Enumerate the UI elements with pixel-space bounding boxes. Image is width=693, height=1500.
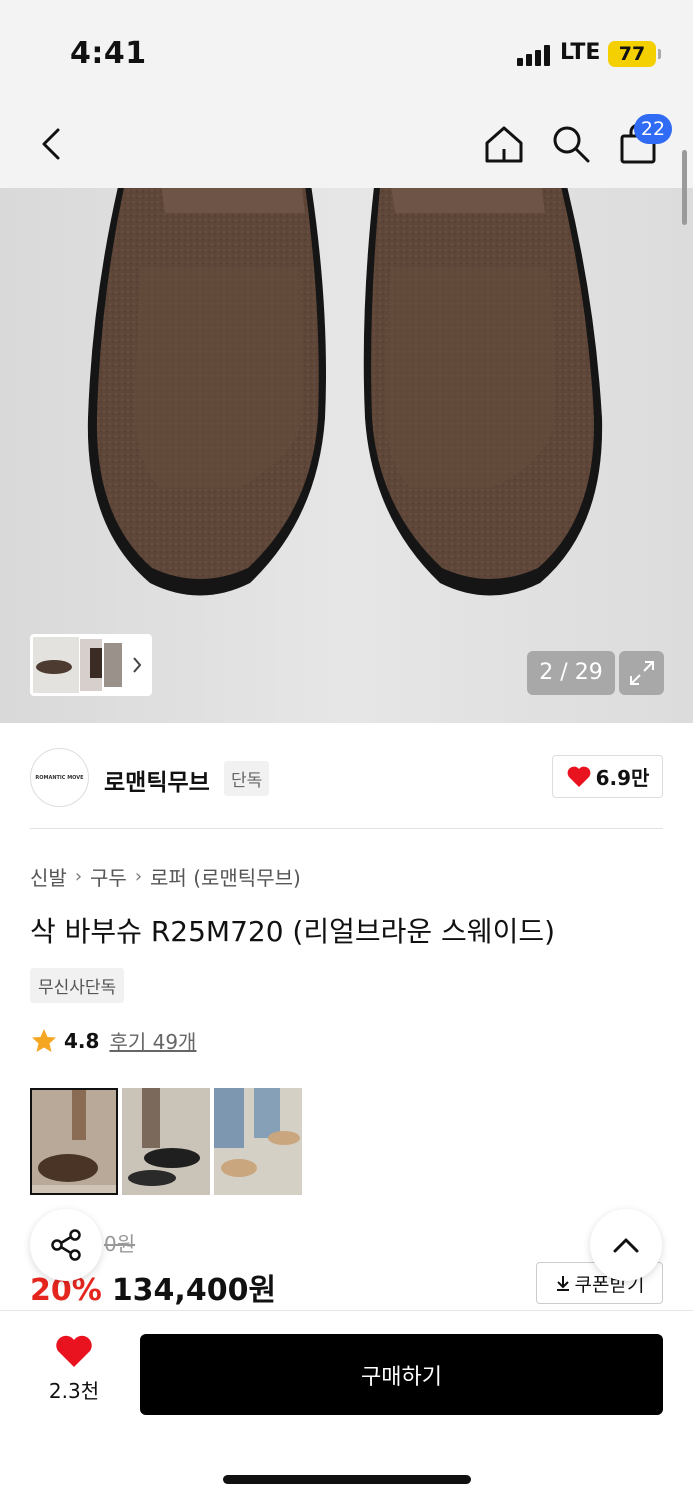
- review-photo-image: [122, 1088, 210, 1195]
- rating-score: 4.8: [64, 1028, 100, 1053]
- brand-row: ROMANTIC MOVE 로맨틱무브 단독 6.9만: [0, 723, 693, 828]
- signal-icon: [517, 44, 550, 66]
- search-button[interactable]: [545, 118, 597, 170]
- review-photo[interactable]: [214, 1088, 302, 1195]
- review-link[interactable]: 후기 49개: [109, 1026, 196, 1055]
- original-price: 0원: [104, 1232, 136, 1256]
- breadcrumb-item[interactable]: 신발: [30, 862, 67, 891]
- network-label: LTE: [560, 40, 601, 65]
- wishlist-button[interactable]: 2.3천: [30, 1335, 118, 1404]
- image-counter: 2 / 29: [527, 651, 615, 695]
- brand-logo[interactable]: ROMANTIC MOVE: [30, 748, 89, 807]
- download-icon: [556, 1276, 569, 1291]
- gallery-thumbnail-strip[interactable]: [30, 634, 152, 696]
- review-photo-row: [30, 1088, 302, 1195]
- chevron-right-icon: ›: [74, 866, 83, 887]
- brand-exclusive-tag: 단독: [224, 761, 270, 796]
- breadcrumb-item[interactable]: 구두: [90, 862, 127, 891]
- home-indicator: [223, 1475, 471, 1484]
- breadcrumb-item[interactable]: 로퍼 (로맨틱무브): [150, 862, 301, 891]
- expand-button[interactable]: [619, 651, 664, 695]
- scroll-indicator: [682, 150, 687, 225]
- cart-count-badge: 22: [634, 114, 672, 144]
- heart-icon: [56, 1335, 92, 1367]
- exclusive-tag: 무신사단독: [30, 968, 125, 1003]
- brand-name[interactable]: 로맨틱무브: [104, 763, 210, 797]
- back-button[interactable]: [26, 118, 78, 170]
- home-button[interactable]: [478, 118, 530, 170]
- back-chevron-icon: [42, 128, 60, 160]
- chevron-right-icon: ›: [134, 866, 143, 887]
- thumbnail-images: [33, 637, 142, 693]
- heart-icon: [567, 766, 590, 787]
- sale-price: 134,400원: [111, 1273, 277, 1308]
- divider: [30, 828, 663, 829]
- rating-row: 4.8 후기 49개: [30, 1026, 196, 1055]
- review-photo[interactable]: [30, 1088, 118, 1195]
- home-icon: [485, 126, 523, 163]
- scroll-top-button[interactable]: [590, 1209, 662, 1281]
- brand-like-count: 6.9만: [595, 766, 650, 790]
- share-button[interactable]: [30, 1209, 102, 1281]
- search-icon: [553, 126, 590, 163]
- nav-bar: [0, 100, 693, 188]
- brand-like-button[interactable]: 6.9만: [552, 755, 663, 798]
- chevron-up-icon: [613, 1238, 639, 1253]
- star-icon: [32, 1028, 56, 1052]
- status-time: 4:41: [70, 36, 147, 71]
- breadcrumb: 신발 › 구두 › 로퍼 (로맨틱무브): [30, 862, 301, 891]
- battery-icon: 77: [608, 41, 661, 67]
- wishlist-count: 2.3천: [48, 1379, 100, 1403]
- product-title: 삭 바부슈 R25M720 (리얼브라운 스웨이드): [30, 915, 556, 948]
- review-photo[interactable]: [122, 1088, 210, 1195]
- buy-button[interactable]: 구매하기: [140, 1334, 663, 1415]
- review-photo-image: [32, 1090, 116, 1193]
- share-icon: [51, 1229, 81, 1261]
- expand-icon: [629, 661, 654, 685]
- status-bar: 4:41 LTE 77: [0, 0, 693, 100]
- review-photo-image: [214, 1088, 302, 1195]
